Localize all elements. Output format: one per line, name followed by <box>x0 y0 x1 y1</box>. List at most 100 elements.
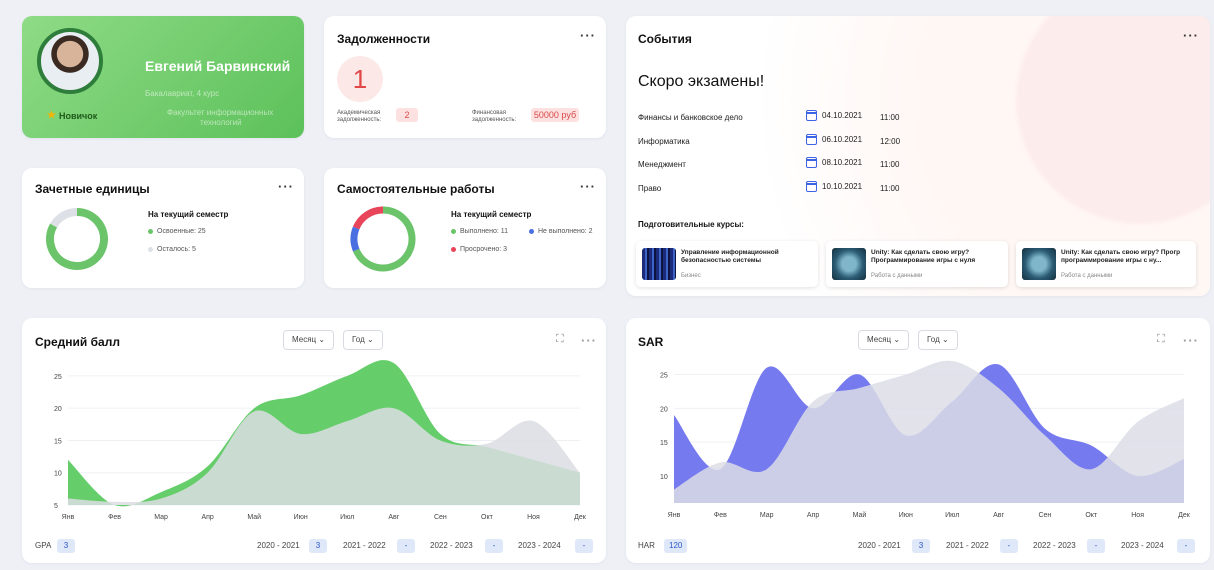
works-more-icon[interactable]: ··· <box>580 179 596 194</box>
x-tick-label: Июн <box>294 514 308 521</box>
profile-degree: Бакалавриат, 4 курс <box>145 89 220 98</box>
x-tick-label: Фев <box>714 512 727 519</box>
x-tick-label: Янв <box>62 514 75 521</box>
profile-faculty-2: технологий <box>200 118 242 127</box>
events-more-icon[interactable]: ··· <box>1183 28 1199 43</box>
x-tick-label: Май <box>853 511 867 519</box>
year-select[interactable]: Год ⌄ <box>343 330 383 350</box>
course-thumbnail <box>832 248 866 280</box>
x-tick-label: Сен <box>1038 512 1051 519</box>
exam-date: 10.10.2021 <box>806 181 862 192</box>
x-tick-label: Мар <box>154 514 168 521</box>
course-thumbnail <box>1022 248 1056 280</box>
legend-item: Не выполнено: 2 <box>529 228 593 235</box>
y-tick-label: 10 <box>660 474 668 481</box>
year-value[interactable]: 3 <box>912 539 930 553</box>
y-tick-label: 15 <box>54 438 62 445</box>
acad-debt-label: Академическая задолженность: <box>337 110 382 123</box>
course-card[interactable]: Unity: Как сделать свою игру? Программир… <box>826 241 1008 287</box>
exam-name: Информатика <box>638 137 690 146</box>
fin-debt-label: Финансовая задолженность: <box>472 110 517 123</box>
course-card[interactable]: Unity: Как сделать свою игру? Прогр прог… <box>1016 241 1196 287</box>
year-label: 2023 - 2024 <box>518 541 561 550</box>
sar-footer-label: HAR <box>638 541 655 550</box>
y-tick-label: 25 <box>660 373 668 380</box>
profile-faculty: Факультет информационных <box>167 108 274 117</box>
x-tick-label: Июл <box>340 514 354 521</box>
x-tick-label: Авг <box>388 514 399 521</box>
avatar <box>37 28 103 94</box>
legend-item: Выполнено: 11 <box>451 228 508 235</box>
course-card[interactable]: Управление информационной безопасностью … <box>636 241 818 287</box>
gpa-footer-label: GPA <box>35 541 52 550</box>
year-value[interactable]: - <box>575 539 593 553</box>
acad-debt-value: 2 <box>396 108 418 122</box>
year-label: 2021 - 2022 <box>946 541 989 550</box>
expand-icon[interactable]: ⛶ <box>556 333 564 346</box>
calendar-icon <box>806 110 817 121</box>
year-label: 2020 - 2021 <box>858 541 901 550</box>
x-tick-label: Янв <box>668 512 681 519</box>
legend-item: Осталось: 5 <box>148 246 196 253</box>
year-value[interactable]: 3 <box>309 539 327 553</box>
legend-item: Просрочено: 3 <box>451 246 507 253</box>
courses-label: Подготовительные курсы: <box>638 220 744 229</box>
year-value[interactable]: - <box>1000 539 1018 553</box>
year-value[interactable]: - <box>1087 539 1105 553</box>
sar-area-chart: 25 20 15 10 Янв Фев Мар Апр Май Июн Июл Авг Сен Окт Но… <box>660 360 1191 519</box>
course-tag: Работа с данными <box>871 273 923 279</box>
course-title: Управление информационной безопасностью … <box>681 249 779 264</box>
year-select[interactable]: Год ⌄ <box>918 330 958 350</box>
x-tick-label: Дек <box>1178 512 1191 519</box>
debts-more-icon[interactable]: ··· <box>580 28 596 43</box>
gpa-more-icon[interactable]: ··· <box>581 333 597 348</box>
events-headline: Скоро экзамены! <box>638 73 765 90</box>
sar-more-icon[interactable]: ··· <box>1183 333 1199 348</box>
fin-debt-value: 50000 руб <box>531 108 579 122</box>
year-value[interactable]: - <box>397 539 415 553</box>
month-select[interactable]: Месяц ⌄ <box>283 330 335 350</box>
donut-segment <box>50 208 78 228</box>
star-icon: ★ <box>47 110 56 121</box>
month-select[interactable]: Месяц ⌄ <box>858 330 910 350</box>
gpa-footer-value: 3 <box>57 539 75 553</box>
works-title: Самостоятельные работы <box>337 182 495 196</box>
x-tick-label: Окт <box>1085 512 1098 519</box>
year-value[interactable]: - <box>485 539 503 553</box>
exam-date: 08.10.2021 <box>806 157 862 168</box>
credits-title: Зачетные единицы <box>35 182 150 196</box>
x-tick-label: Июн <box>899 512 913 519</box>
profile-name: Евгений Барвинский <box>145 58 291 74</box>
exam-time: 11:00 <box>880 113 900 122</box>
exam-name: Право <box>638 184 662 193</box>
credits-more-icon[interactable]: ··· <box>278 179 294 194</box>
year-value[interactable]: - <box>1177 539 1195 553</box>
y-tick-label: 10 <box>54 471 62 478</box>
credits-legend-title: На текущий семестр <box>148 210 229 219</box>
gpa-title: Средний балл <box>35 335 120 349</box>
calendar-icon <box>806 181 817 192</box>
x-tick-label: Ноя <box>1131 512 1144 519</box>
exam-name: Финансы и банковское дело <box>638 113 743 122</box>
course-title: Unity: Как сделать свою игру? Программир… <box>871 249 976 264</box>
works-legend-title: На текущий семестр <box>451 210 532 219</box>
year-label: 2023 - 2024 <box>1121 541 1164 550</box>
x-tick-label: Мар <box>760 512 774 519</box>
legend-item: Освоенные: 25 <box>148 228 206 235</box>
y-tick-label: 5 <box>54 503 58 510</box>
x-tick-label: Июл <box>945 512 959 519</box>
calendar-icon <box>806 157 817 168</box>
calendar-icon <box>806 134 817 145</box>
sar-title: SAR <box>638 335 664 349</box>
works-donut <box>350 206 416 272</box>
year-label: 2022 - 2023 <box>430 541 473 550</box>
exam-time: 11:00 <box>880 184 900 193</box>
sar-footer-value: 120 <box>664 539 688 553</box>
exam-date: 04.10.2021 <box>806 110 862 121</box>
x-tick-label: Апр <box>807 512 819 519</box>
expand-icon[interactable]: ⛶ <box>1157 333 1165 346</box>
year-label: 2022 - 2023 <box>1033 541 1076 550</box>
x-tick-label: Май <box>247 513 261 521</box>
events-title: События <box>638 32 692 46</box>
x-tick-label: Окт <box>481 514 494 521</box>
